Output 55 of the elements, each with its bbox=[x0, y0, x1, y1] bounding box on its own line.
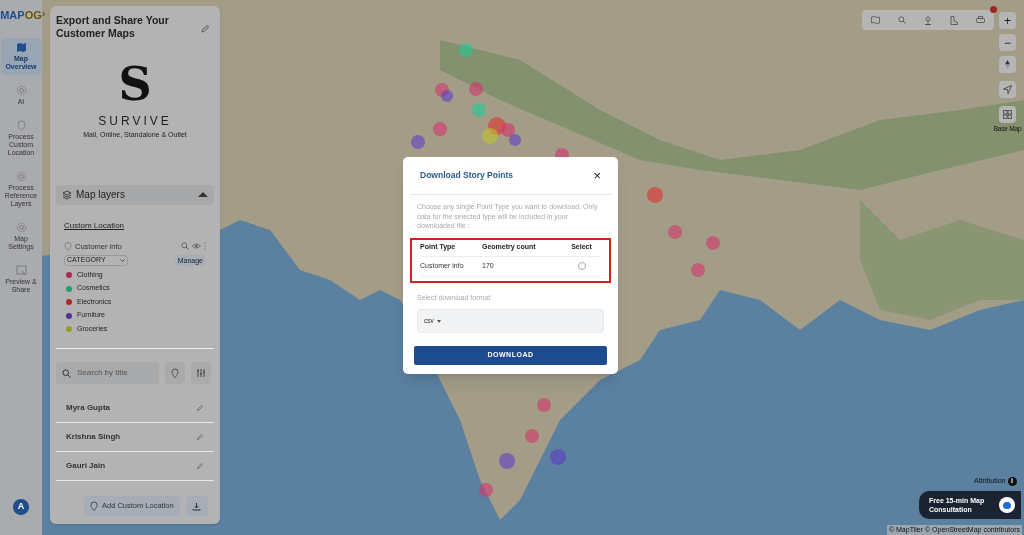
compass-button[interactable] bbox=[999, 56, 1016, 73]
story-point-title[interactable]: Krishna Singh bbox=[66, 431, 121, 444]
gear-icon bbox=[15, 221, 27, 233]
edit-icon[interactable] bbox=[200, 24, 210, 34]
download-button[interactable] bbox=[185, 496, 208, 516]
brand-name: SURVIVE bbox=[98, 113, 172, 130]
layer-group-link[interactable]: Custom Location bbox=[64, 220, 125, 230]
filter-button[interactable] bbox=[191, 362, 211, 385]
brand-logo: S bbox=[118, 60, 152, 108]
search-field[interactable]: Search by title bbox=[77, 367, 152, 380]
map-icon bbox=[15, 41, 27, 53]
pin-icon bbox=[15, 119, 27, 131]
printer-icon[interactable] bbox=[976, 16, 985, 24]
panel-title: Export and Share Your Customer Maps bbox=[56, 14, 170, 40]
download-icon bbox=[192, 501, 202, 511]
section-title: Map layers bbox=[76, 188, 125, 202]
chat-icon bbox=[999, 497, 1015, 513]
zoom-out-button[interactable]: − bbox=[999, 34, 1016, 51]
story-point-title[interactable]: Gauri Jain bbox=[66, 460, 106, 473]
search-icon bbox=[62, 368, 71, 378]
dialog-title: Download Story Points bbox=[420, 169, 514, 182]
pin-icon bbox=[171, 368, 179, 379]
sliders-icon bbox=[196, 368, 206, 379]
locate-button[interactable] bbox=[999, 81, 1016, 98]
edit-icon[interactable] bbox=[196, 404, 204, 413]
search-box[interactable]: Search by title bbox=[56, 362, 159, 385]
boot-icon[interactable] bbox=[950, 15, 958, 25]
preview-icon bbox=[15, 264, 27, 276]
close-button[interactable]: × bbox=[593, 169, 601, 182]
map-icon[interactable] bbox=[871, 16, 880, 24]
person-pin-icon[interactable] bbox=[924, 15, 932, 25]
zoom-to-icon[interactable] bbox=[181, 242, 189, 251]
radio-button[interactable] bbox=[577, 262, 586, 270]
gear-icon bbox=[15, 170, 27, 182]
search-icon[interactable] bbox=[898, 16, 906, 24]
grid-icon bbox=[1003, 110, 1012, 119]
edit-icon[interactable] bbox=[196, 462, 204, 471]
location-filter-button[interactable] bbox=[165, 362, 185, 385]
base-map-button[interactable] bbox=[999, 106, 1016, 123]
collapse-triangle-icon[interactable] bbox=[198, 192, 208, 197]
logo-text: OG bbox=[24, 8, 42, 23]
pin-icon bbox=[64, 241, 72, 251]
logo-text: MAP bbox=[0, 8, 25, 23]
zoom-in-button[interactable]: + bbox=[999, 12, 1016, 29]
compass-icon bbox=[1005, 60, 1010, 69]
chevron-down-icon bbox=[120, 258, 125, 262]
user-avatar[interactable]: A bbox=[13, 499, 29, 515]
layers-icon bbox=[62, 189, 72, 200]
gear-icon bbox=[15, 84, 27, 96]
edit-icon[interactable] bbox=[196, 433, 204, 442]
pin-plus-icon bbox=[90, 501, 98, 511]
map-layers-header[interactable]: Map layers bbox=[56, 184, 214, 205]
visibility-icon[interactable] bbox=[192, 243, 201, 250]
story-point-title[interactable]: Myra Gupta bbox=[66, 402, 110, 415]
navigation-arrow-icon bbox=[1003, 85, 1012, 94]
